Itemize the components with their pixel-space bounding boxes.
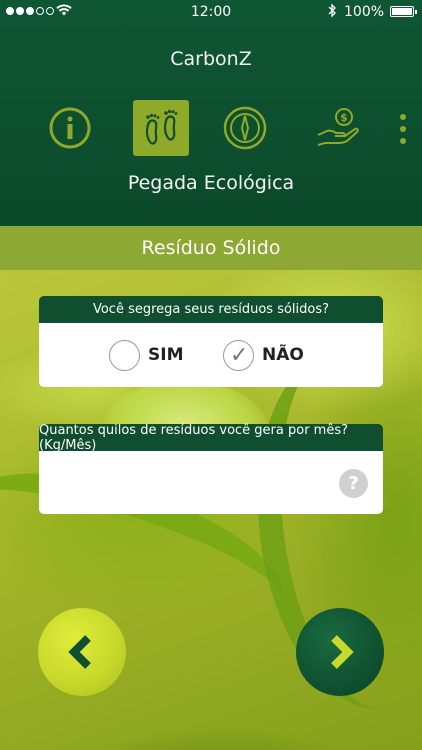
question-card-quantity: Quantos quilos de resíduos você gera por…	[39, 423, 383, 514]
status-bar: 12:00 100%	[0, 0, 422, 24]
svg-text:$: $	[340, 111, 348, 124]
question-input-area: ?	[39, 451, 383, 514]
compass-icon[interactable]	[217, 100, 273, 156]
bluetooth-icon	[328, 3, 337, 22]
question-text: Quantos quilos de resíduos você gera por…	[39, 423, 383, 453]
radio-checked-icon[interactable]: ✓	[223, 339, 254, 371]
battery-percent: 100%	[344, 4, 385, 20]
money-hand-icon[interactable]: $	[310, 100, 366, 156]
radio-unchecked-icon[interactable]	[109, 339, 140, 371]
header: 12:00 100% CarbonZ $ Pegada Ecológica	[0, 0, 422, 226]
chevron-left-icon	[68, 635, 91, 669]
category-nav: $	[0, 100, 422, 158]
section-title: Pegada Ecológica	[127, 172, 295, 194]
more-vertical-icon[interactable]	[398, 114, 408, 144]
battery-icon	[390, 6, 417, 17]
option-sim[interactable]: SIM	[109, 339, 184, 371]
info-icon[interactable]	[42, 100, 98, 156]
question-card-segregation: Você segrega seus resíduos sólidos? SIM …	[39, 296, 383, 387]
next-button[interactable]	[296, 608, 384, 696]
option-nao[interactable]: ✓ NÃO	[223, 339, 304, 371]
question-text: Você segrega seus resíduos sólidos?	[39, 296, 383, 323]
question-options: SIM ✓ NÃO	[39, 323, 383, 387]
chevron-right-icon	[331, 635, 354, 669]
subheader-title: Resíduo Sólido	[0, 226, 422, 270]
option-sim-label: SIM	[148, 345, 184, 365]
option-nao-label: NÃO	[262, 345, 304, 365]
kg-per-month-input[interactable]	[39, 451, 383, 514]
footprint-icon[interactable]	[133, 100, 189, 156]
app-title: CarbonZ	[170, 48, 252, 70]
help-icon[interactable]: ?	[339, 469, 368, 498]
previous-button[interactable]	[38, 608, 126, 696]
